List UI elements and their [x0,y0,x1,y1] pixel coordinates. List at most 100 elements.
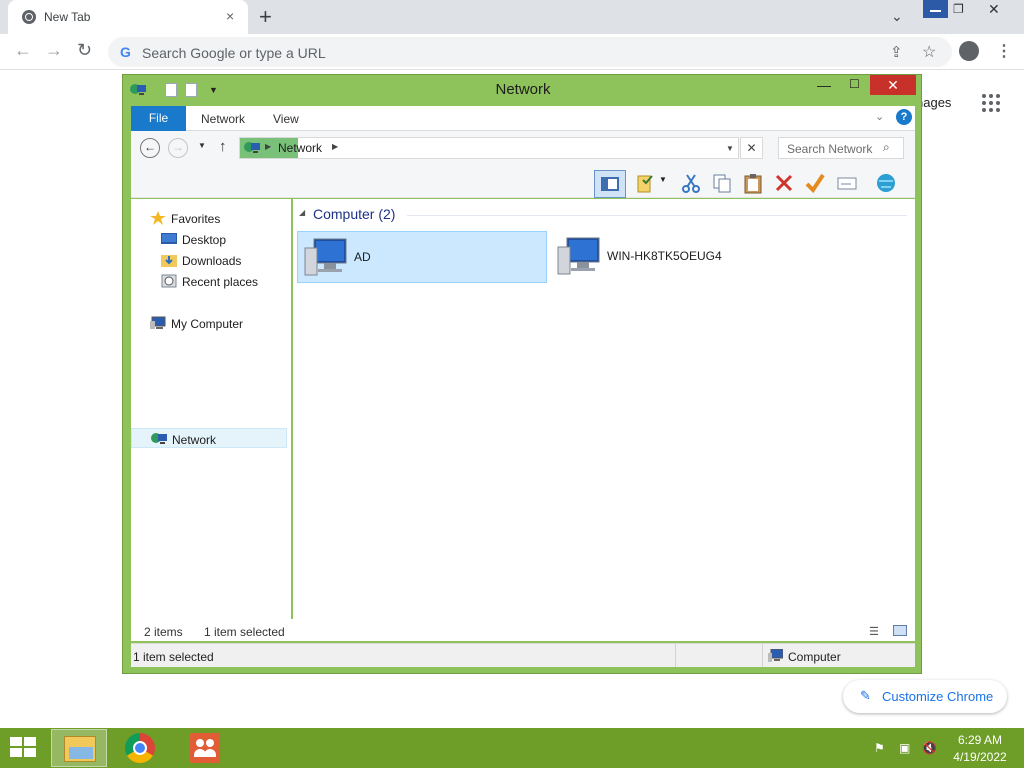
clock-time[interactable]: 6:29 AM [950,733,1010,747]
item-count: 2 items [144,625,183,639]
ribbon-tabs: File Network View ⌄ ? [131,106,915,131]
search-input[interactable]: Search Network ⌕ [778,137,904,159]
collapse-group-icon[interactable]: ◢ [299,208,305,217]
tab-file[interactable]: File [131,106,186,131]
sidebar-item-label: Downloads [182,254,242,268]
back-arrow-icon[interactable]: ← [14,40,32,61]
action-center-flag-icon[interactable]: ⚑ [874,741,890,755]
network-icon [244,142,260,153]
clock-date[interactable]: 4/19/2022 [950,750,1010,764]
breadcrumb-separator-icon[interactable]: ▶ [265,142,271,151]
expand-ribbon-icon[interactable]: ⌄ [875,110,884,123]
new-tab-button[interactable]: + [259,4,272,30]
tab-network[interactable]: Network [201,112,245,126]
search-placeholder: Search Network [787,142,873,156]
sidebar-item-label: Desktop [182,233,227,247]
details-view-icon[interactable]: ☰ [869,625,879,638]
forward-button[interactable]: → [168,138,188,158]
computer-icon [768,649,783,662]
downloads-folder-icon [161,255,177,267]
sidebar-item-downloads[interactable]: Downloads [131,250,287,270]
bookmark-star-icon[interactable]: ☆ [922,42,936,62]
omnibox[interactable]: G Search Google or type a URL ⇪ ☆ [108,37,952,67]
windows-start-icon[interactable] [10,737,38,759]
google-apps-icon[interactable] [982,94,1000,112]
sidebar-item-recent-places[interactable]: Recent places [131,271,287,291]
copy-icon[interactable] [711,172,733,194]
selection-count: 1 item selected [204,625,285,639]
restore-button[interactable]: ❐ [953,2,964,16]
chrome-icon [125,733,155,763]
sidebar-item-favorites[interactable]: Favorites [131,208,287,228]
sidebar-item-my-computer[interactable]: My Computer [131,313,287,333]
sidebar-item-label: Favorites [171,212,221,226]
sidebar-item-network[interactable]: Network [131,428,287,448]
computer-icon [557,237,600,275]
recent-locations-dropdown[interactable]: ▼ [198,141,206,150]
search-icon[interactable]: ⌕ [883,140,890,155]
explorer-maximize-button[interactable]: ☐ [849,77,860,91]
divider [762,644,763,667]
file-explorer-icon [64,736,96,762]
tab-title: New Tab [44,10,91,24]
explorer-close-button[interactable]: ✕ [870,75,916,95]
chrome-menu-icon[interactable]: ⋮ [996,41,1012,61]
sidebar-item-label: Recent places [182,275,259,289]
group-divider [407,215,907,216]
help-icon[interactable]: ? [896,109,912,125]
explorer-minimize-button[interactable]: — [817,77,831,93]
properties-icon[interactable] [635,172,657,194]
google-icon: G [120,44,131,60]
back-button[interactable]: ← [140,138,160,158]
tab-search-icon[interactable]: ⌄ [891,8,903,25]
customize-chrome-label: Customize Chrome [882,689,994,704]
taskbar-chrome[interactable] [113,729,169,767]
properties-dropdown-icon[interactable]: ▼ [659,175,681,197]
share-icon[interactable]: ⇪ [890,43,903,61]
computer-icon [150,316,166,329]
divider [675,644,676,667]
minimize-button[interactable] [923,0,948,18]
omnibox-placeholder[interactable]: Search Google or type a URL [142,45,326,61]
globe-icon[interactable] [875,172,897,194]
address-dropdown-icon[interactable]: ▼ [726,144,734,153]
address-bar-row: ← → ▼ ↑ ▶ Network ▶ ▼ ✕ Search Network ⌕ [131,131,915,168]
up-button[interactable]: ↑ [219,138,227,155]
forward-arrow-icon[interactable]: → [45,40,63,61]
tab-new-tab[interactable]: New Tab × [8,0,248,34]
network-tray-icon[interactable]: ▣ [899,741,915,755]
preview-pane-button[interactable] [594,170,626,198]
list-item[interactable]: WIN-HK8TK5OEUG4 [551,231,801,283]
reload-icon[interactable]: ↻ [77,40,92,61]
breadcrumb-network[interactable]: Network [278,141,322,155]
details-type-text: Computer [788,650,841,664]
details-bar: 1 item selected Computer [131,643,915,667]
explorer-window: ▼ Network — ☐ ✕ File Network View ⌄ ? ← … [122,74,922,674]
volume-muted-icon[interactable]: 🔇 [922,741,938,755]
recent-places-icon [161,274,177,288]
list-item[interactable]: AD [297,231,547,283]
window-title: Network [495,81,551,98]
cut-icon[interactable] [680,172,702,194]
tab-close-icon[interactable]: × [226,8,234,24]
command-bar: ▼ [131,168,915,198]
sidebar-item-desktop[interactable]: Desktop [131,229,287,249]
large-icons-view-icon[interactable] [893,625,907,636]
profile-avatar-icon[interactable] [959,41,979,61]
customize-chrome-button[interactable]: ✎ Customize Chrome [843,680,1007,713]
tab-view[interactable]: View [273,112,299,126]
group-header[interactable]: Computer (2) [313,206,395,222]
breadcrumb-separator-icon[interactable]: ▶ [332,142,338,151]
taskbar-users[interactable] [176,729,232,767]
delete-icon[interactable] [773,172,795,194]
paste-icon[interactable] [742,172,764,194]
pencil-icon: ✎ [860,688,871,703]
close-button[interactable]: ✕ [988,1,1000,18]
star-icon [150,211,166,225]
checkmark-icon[interactable] [804,172,826,194]
address-field[interactable]: ▶ Network ▶ ▼ [239,137,739,159]
rename-icon[interactable] [836,172,858,194]
clear-address-button[interactable]: ✕ [740,137,763,159]
taskbar-file-explorer[interactable] [51,729,107,767]
navigation-pane: Favorites Desktop Downloads Recent place… [131,199,291,619]
